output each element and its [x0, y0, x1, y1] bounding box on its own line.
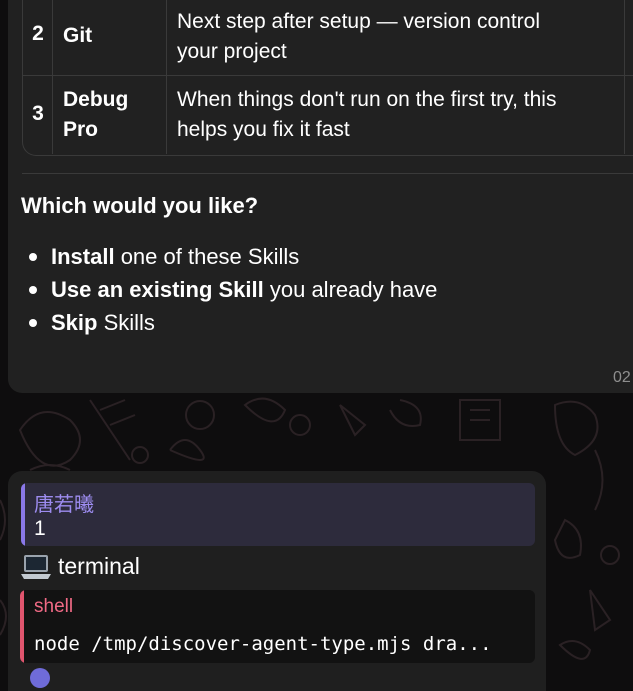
row-number: 2 — [32, 22, 44, 45]
reply-accent-bar — [21, 483, 25, 546]
table-row: 2 Git Next step after setup — version co… — [23, 0, 633, 76]
skill-description-line: Next step after setup — version control — [177, 10, 540, 33]
avatar[interactable] — [30, 668, 50, 688]
option-bold-text: Install — [51, 244, 115, 269]
reply-text: 1 — [34, 517, 46, 540]
code-block[interactable]: shell node /tmp/discover-agent-type.mjs … — [20, 590, 535, 663]
horizontal-divider — [22, 173, 633, 174]
skill-description-line: When things don't run on the first try, … — [177, 88, 557, 111]
options-list: Install one of these Skills Use an exist… — [27, 240, 437, 339]
list-item: Install one of these Skills — [27, 240, 437, 273]
reply-author: 唐若曦 — [34, 494, 94, 516]
tool-label: terminal — [58, 553, 140, 579]
option-bold-text: Use an existing Skill — [51, 277, 264, 302]
skill-name: Git — [63, 24, 93, 47]
code-text: node /tmp/discover-agent-type.mjs dra... — [34, 633, 492, 655]
option-text: Skills — [97, 310, 155, 335]
option-text: you already have — [263, 277, 438, 302]
skills-table: 2 Git Next step after setup — version co… — [22, 0, 633, 156]
reply-quote[interactable]: 唐若曦 1 — [21, 483, 535, 546]
skill-name-line: Pro — [63, 118, 99, 141]
list-item: Use an existing Skill you already have — [27, 273, 437, 306]
skill-name-line: Debug — [63, 88, 129, 111]
bullet-icon — [29, 286, 37, 294]
row-number: 3 — [32, 102, 44, 125]
laptop-icon — [21, 555, 51, 579]
skill-description-line: your project — [177, 40, 287, 63]
message-timestamp: 02 — [613, 369, 631, 386]
code-accent-bar — [20, 590, 24, 663]
bullet-icon — [29, 319, 37, 327]
option-bold-text: Skip — [51, 310, 98, 335]
table-row: 3 Debug Pro When things don't run on the… — [23, 76, 633, 154]
list-item: Skip Skills — [27, 306, 437, 339]
option-text: one of these Skills — [114, 244, 300, 269]
question-heading: Which would you like? — [21, 193, 259, 218]
code-language-label: shell — [34, 596, 74, 617]
bullet-icon — [29, 253, 37, 261]
skill-description-line: helps you fix it fast — [177, 118, 350, 141]
